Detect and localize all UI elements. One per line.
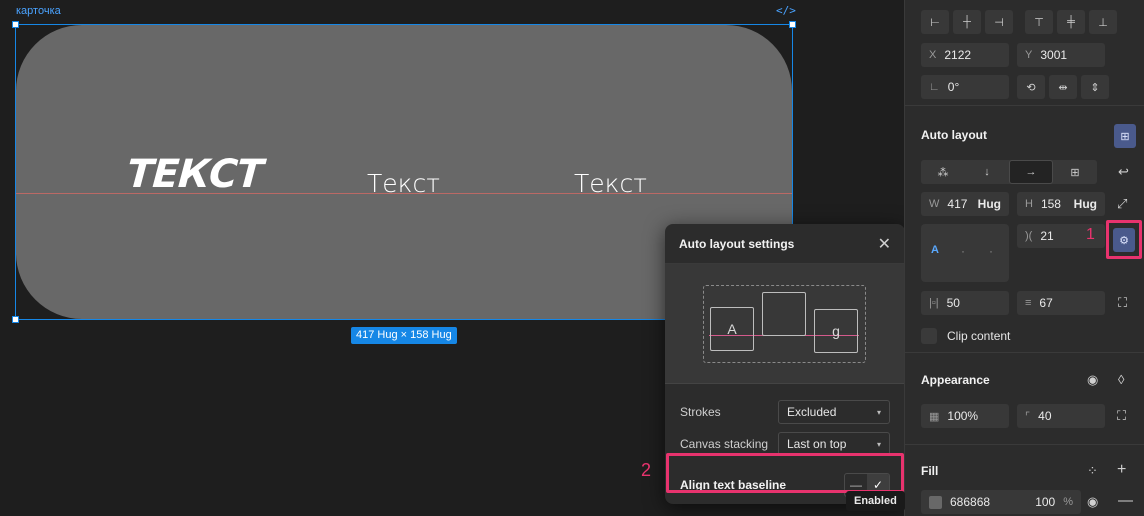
text-layer-bold[interactable]: ТЕКСТ <box>125 152 264 197</box>
layout-vertical-icon[interactable]: ↓ <box>965 160 1009 184</box>
align-right-icon[interactable]: ⊣ <box>985 10 1013 34</box>
align-center-v-icon[interactable]: ╪ <box>1057 10 1085 34</box>
horizontal-padding-field[interactable]: |▫| 50 <box>921 291 1009 315</box>
wrap-icon[interactable]: ↩ <box>1118 164 1129 180</box>
strokes-row: Strokes Excluded ▾ <box>665 396 904 428</box>
corner-radius-icon: ⌜ <box>1025 410 1031 423</box>
add-fill-icon[interactable]: + <box>1117 461 1126 479</box>
corner-radius-field[interactable]: ⌜ 40 <box>1017 404 1105 428</box>
text-layer-regular[interactable]: Текст <box>574 169 647 198</box>
padding-options-icon[interactable]: ⛶ <box>1118 295 1127 311</box>
fill-title: Fill <box>921 464 939 478</box>
frame-label[interactable]: карточка <box>16 5 61 17</box>
size-badge: 417 Hug × 158 Hug <box>351 327 457 344</box>
fill-opacity-unit: % <box>1063 496 1073 508</box>
height-field[interactable]: H 158 Hug <box>1017 192 1105 216</box>
padding-v-icon: ≡ <box>1025 297 1032 309</box>
width-field[interactable]: W 417 Hug <box>921 192 1009 216</box>
rotation-field[interactable]: ∟ 0° <box>921 75 1009 99</box>
chevron-down-icon: ▾ <box>876 407 881 417</box>
auto-layout-toggle-icon[interactable]: ⊞ <box>1114 124 1136 148</box>
eye-icon[interactable]: ◉ <box>1087 494 1098 510</box>
preview-box-middle <box>762 292 806 336</box>
angle-icon: ∟ <box>929 81 940 93</box>
stacking-value: Last on top <box>787 437 847 451</box>
code-icon[interactable]: </> <box>776 4 796 17</box>
alignment-preview: A g <box>665 264 904 384</box>
rotate-icon[interactable]: ⟲ <box>1017 75 1045 99</box>
opacity-field[interactable]: ▦ 100% <box>921 404 1009 428</box>
clip-content-label: Clip content <box>947 329 1011 343</box>
flip-horizontal-icon[interactable]: ⇹ <box>1049 75 1077 99</box>
popup-title: Auto layout settings <box>679 236 795 251</box>
resize-handle-tr[interactable] <box>789 21 796 28</box>
opacity-icon: ▦ <box>929 410 940 423</box>
fill-hex[interactable]: 686868 <box>950 495 990 509</box>
stacking-label: Canvas stacking <box>680 437 769 451</box>
remove-fill-icon[interactable]: — <box>1118 492 1133 509</box>
gap-icon: )( <box>1025 230 1033 242</box>
align-bottom-icon[interactable]: ⊥ <box>1089 10 1117 34</box>
clip-content-checkbox[interactable] <box>921 328 937 344</box>
layout-grid-icon[interactable]: ⊞ <box>1053 160 1097 184</box>
strokes-value: Excluded <box>787 405 837 419</box>
flip-vertical-icon[interactable]: ⇕ <box>1081 75 1109 99</box>
annotation-marker-2: 2 <box>641 460 652 480</box>
layout-horizontal-icon[interactable]: → <box>1009 160 1053 184</box>
preview-box-g: g <box>814 309 858 353</box>
text-layer-regular[interactable]: Текст <box>367 169 440 198</box>
clip-content-row[interactable]: Clip content <box>921 328 1010 344</box>
chevron-down-icon: ▾ <box>876 439 881 449</box>
individual-corners-icon[interactable]: ⛶ <box>1117 408 1126 424</box>
align-top-icon[interactable]: ⊤ <box>1025 10 1053 34</box>
preview-box-a: A <box>710 307 754 351</box>
align-center-h-icon[interactable]: ┼ <box>953 10 981 34</box>
fill-row[interactable]: 686868 100 % <box>921 490 1081 514</box>
position-section: ⊢ ┼ ⊣ ⊤ ╪ ⊥ X 2122 Y 3001 ∟ 0° ⟲ ⇹ ⇕ <box>905 0 1144 106</box>
x-field[interactable]: X 2122 <box>921 43 1009 67</box>
highlight-box-1 <box>1106 220 1142 259</box>
fill-section: Fill ⁘ + 686868 100 % ◉ — <box>905 445 1144 516</box>
appearance-title: Appearance <box>921 373 990 387</box>
alignment-grid[interactable]: A · · <box>921 224 1009 282</box>
resize-to-fit-icon[interactable]: ⤢ <box>1117 196 1127 212</box>
resize-handle-bl[interactable] <box>12 316 19 323</box>
annotation-marker-1: 1 <box>1086 226 1095 243</box>
styles-grid-icon[interactable]: ⁘ <box>1087 463 1098 479</box>
blend-drop-icon[interactable]: ◊ <box>1118 372 1124 387</box>
appearance-section: Appearance ◉ ◊ ▦ 100% ⌜ 40 ⛶ <box>905 353 1144 445</box>
highlight-box-2 <box>666 453 904 493</box>
layout-freeform-icon[interactable]: ⁂ <box>921 160 965 184</box>
y-field[interactable]: Y 3001 <box>1017 43 1105 67</box>
fill-opacity[interactable]: 100 <box>1035 495 1055 509</box>
close-icon[interactable]: ✕ <box>878 234 891 254</box>
strokes-label: Strokes <box>680 405 721 419</box>
alignment-letter: A <box>931 244 939 256</box>
padding-h-icon: |▫| <box>929 297 939 309</box>
auto-layout-title: Auto layout <box>921 128 987 142</box>
resize-handle-tl[interactable] <box>12 21 19 28</box>
vertical-padding-field[interactable]: ≡ 67 <box>1017 291 1105 315</box>
design-canvas[interactable]: карточка </> ТЕКСТ Текст Текст 417 Hug ×… <box>0 0 904 516</box>
eye-icon[interactable]: ◉ <box>1087 372 1098 388</box>
strokes-dropdown[interactable]: Excluded ▾ <box>778 400 890 424</box>
fill-swatch[interactable] <box>929 495 942 509</box>
enabled-tooltip: Enabled <box>846 491 905 511</box>
align-left-icon[interactable]: ⊢ <box>921 10 949 34</box>
